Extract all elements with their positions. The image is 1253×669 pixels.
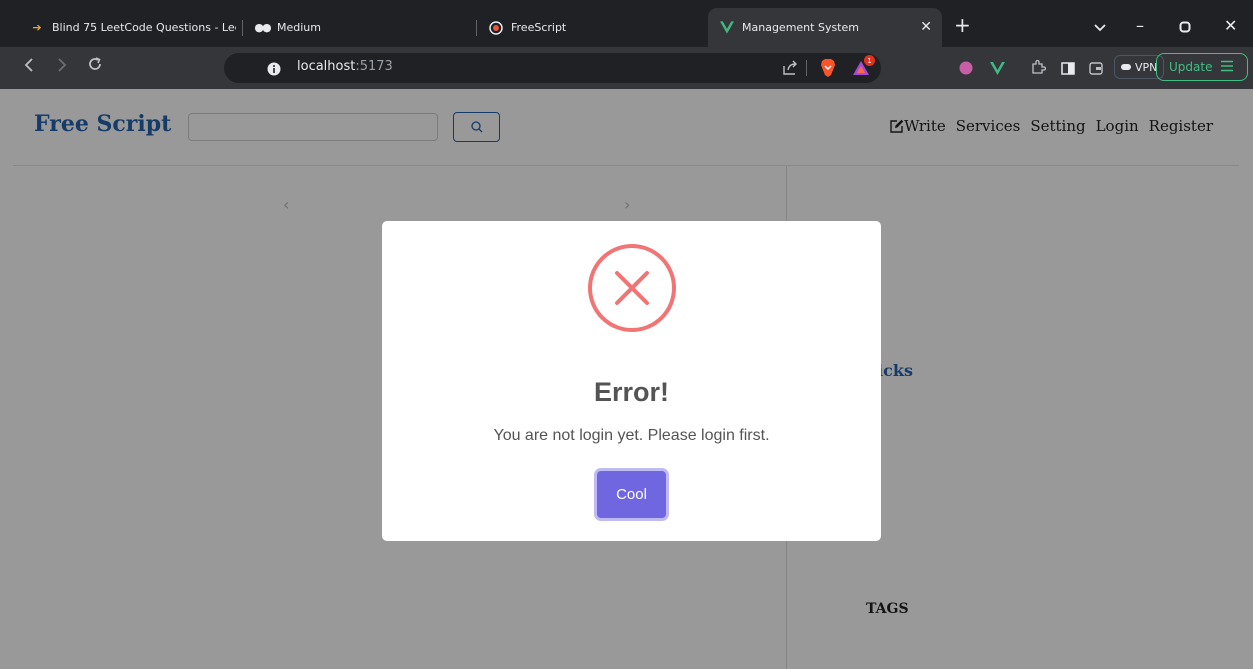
tab-title: FreeScript bbox=[511, 21, 567, 34]
close-window-icon[interactable]: ✕ bbox=[1224, 16, 1237, 35]
update-button[interactable]: Update bbox=[1156, 53, 1248, 81]
tab-search-chevron-icon[interactable] bbox=[1094, 17, 1106, 36]
menu-icon bbox=[1220, 60, 1234, 75]
web-page: Free Script Write Services Setting Login… bbox=[0, 89, 1253, 669]
restore-icon[interactable] bbox=[1179, 18, 1191, 37]
freescript-icon bbox=[489, 20, 503, 35]
vue-icon bbox=[720, 21, 734, 35]
url-text: localhost:5173 bbox=[297, 59, 393, 74]
tab-freescript[interactable]: FreeScript bbox=[477, 8, 705, 47]
forward-icon[interactable] bbox=[57, 57, 67, 76]
dialog-title: Error! bbox=[593, 377, 669, 407]
update-label: Update bbox=[1169, 60, 1213, 74]
browser-toolbar: localhost:5173 1 VPN Update bbox=[0, 47, 1253, 89]
divider bbox=[806, 60, 807, 76]
address-bar[interactable]: localhost:5173 1 bbox=[224, 53, 881, 83]
browser-tab-strip: ➔ Blind 75 LeetCode Questions - LeetCode… bbox=[0, 8, 1253, 47]
tab-leetcode[interactable]: ➔ Blind 75 LeetCode Questions - LeetCode… bbox=[18, 8, 236, 47]
tab-title: Medium bbox=[277, 21, 321, 34]
minimize-icon[interactable]: – bbox=[1136, 16, 1144, 35]
close-tab-icon[interactable]: ✕ bbox=[920, 19, 932, 35]
extensions-puzzle-icon[interactable] bbox=[1031, 59, 1047, 78]
back-icon[interactable] bbox=[24, 57, 34, 76]
tab-medium[interactable]: ●● Medium bbox=[243, 8, 471, 47]
medium-icon: ●● bbox=[254, 21, 271, 34]
tab-management-system[interactable]: Management System ✕ bbox=[708, 8, 942, 47]
extension-circle-icon[interactable] bbox=[959, 60, 973, 79]
reload-icon[interactable] bbox=[87, 56, 103, 76]
vpn-label: VPN bbox=[1135, 60, 1158, 74]
brave-shields-icon[interactable] bbox=[820, 59, 836, 81]
leetcode-icon: ➔ bbox=[32, 21, 42, 34]
error-dialog: Error! You are not login yet. Please log… bbox=[382, 221, 881, 541]
site-info-icon[interactable] bbox=[267, 61, 281, 80]
tab-title: Blind 75 LeetCode Questions - LeetCode D… bbox=[52, 21, 236, 34]
dialog-message: You are not login yet. Please login firs… bbox=[493, 427, 770, 444]
vue-devtools-icon[interactable] bbox=[990, 60, 1005, 79]
confirm-button[interactable]: Cool bbox=[597, 471, 666, 518]
wallet-icon[interactable] bbox=[1089, 60, 1103, 79]
tab-title: Management System bbox=[742, 21, 859, 34]
error-x-icon bbox=[588, 244, 676, 332]
share-icon[interactable] bbox=[783, 60, 798, 79]
notification-badge: 1 bbox=[864, 55, 875, 66]
new-tab-icon[interactable]: + bbox=[954, 13, 971, 37]
vpn-toggle-icon bbox=[1121, 64, 1131, 70]
sidebar-toggle-icon[interactable] bbox=[1061, 60, 1075, 79]
